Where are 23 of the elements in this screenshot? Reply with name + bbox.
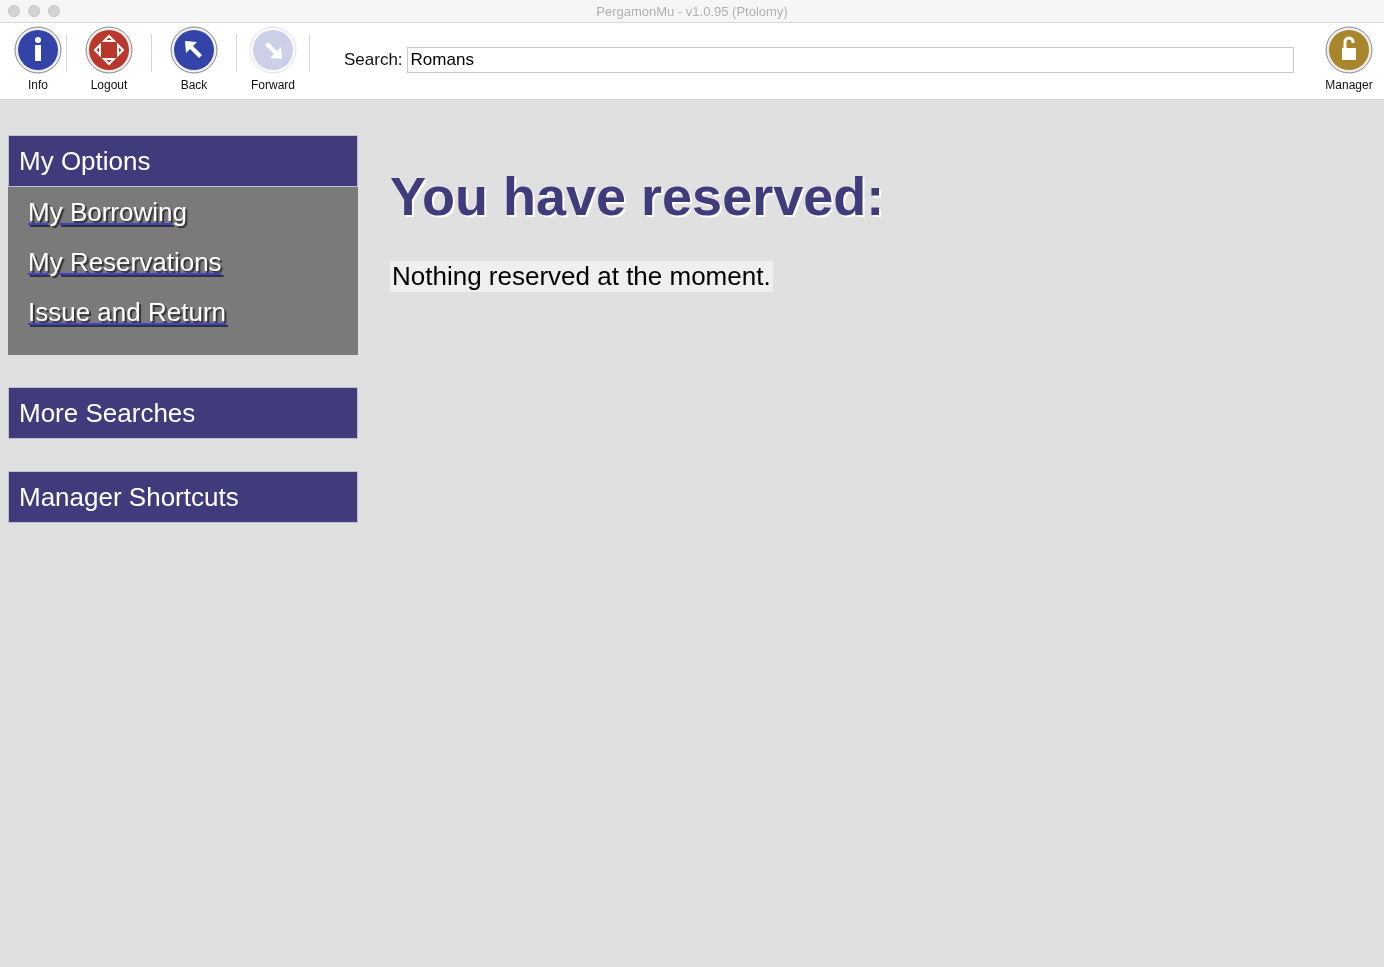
- window-control-button[interactable]: [48, 5, 60, 17]
- menu-link[interactable]: My Borrowing: [28, 187, 187, 237]
- menu-link[interactable]: Issue and Return: [28, 287, 226, 337]
- manager-button[interactable]: Manager: [1314, 26, 1384, 92]
- toolbar-button[interactable]: Logout: [67, 26, 151, 92]
- menu-link[interactable]: My Reservations: [28, 237, 222, 287]
- panel-header[interactable]: My Options: [8, 135, 358, 187]
- window-control-button[interactable]: [8, 5, 20, 17]
- padlock-icon: [1325, 26, 1373, 74]
- page-heading: You have reserved:: [390, 165, 885, 227]
- window-control-button[interactable]: [28, 5, 40, 17]
- search-field[interactable]: Romans: [406, 47, 1294, 73]
- panel-header[interactable]: More Searches: [8, 387, 358, 439]
- info-icon: [14, 26, 62, 74]
- toolbar-button[interactable]: Info: [10, 26, 66, 92]
- window-title: PergamonMu - v1.0.95 (Ptolomy): [596, 3, 788, 19]
- arrow-up-left-icon: [170, 26, 218, 74]
- panel-header[interactable]: Manager Shortcuts: [8, 471, 358, 523]
- four-arrows-icon: [85, 26, 133, 74]
- arrow-down-right-icon: [249, 26, 297, 74]
- search-label: Search:: [344, 50, 403, 70]
- status-message: Nothing reserved at the moment.: [390, 261, 773, 292]
- toolbar-button[interactable]: Back: [152, 26, 236, 92]
